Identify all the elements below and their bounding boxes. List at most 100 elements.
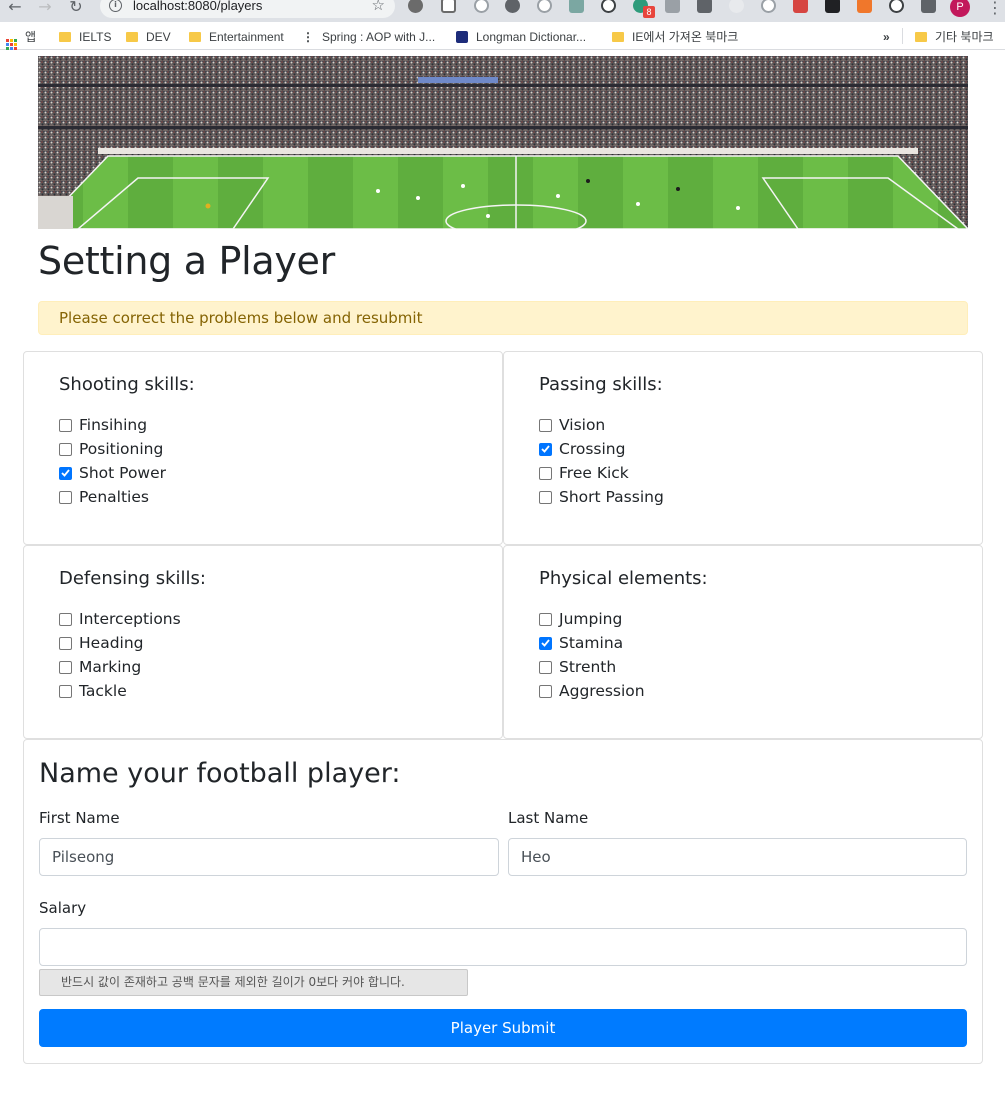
profile-avatar[interactable]: P: [950, 0, 970, 17]
skill-label: Jumping: [559, 610, 623, 628]
address-url[interactable]: localhost:8080/players: [133, 0, 262, 13]
extension-icon[interactable]: [474, 0, 489, 13]
skill-option[interactable]: Tackle: [59, 679, 181, 703]
skill-label: Finsihing: [79, 416, 148, 434]
skill-label: Stamina: [559, 634, 624, 652]
last-name-label: Last Name: [508, 809, 589, 827]
back-arrow-icon[interactable]: ←: [5, 0, 25, 16]
skill-option[interactable]: Strenth: [539, 655, 645, 679]
skill-option[interactable]: Interceptions: [59, 607, 181, 631]
extension-icon[interactable]: [857, 0, 872, 13]
extension-icon[interactable]: [729, 0, 744, 13]
folder-icon: [612, 32, 624, 42]
extension-icon[interactable]: [665, 0, 680, 13]
bookmark-label: DEV: [146, 30, 171, 44]
skill-list: Jumping Stamina Strenth Aggression: [539, 607, 645, 703]
skill-label: Free Kick: [559, 464, 629, 482]
bookmark-label: Spring : AOP with J...: [322, 30, 436, 44]
bookmark-folder-ie[interactable]: IE에서 가져온 북마크: [612, 29, 738, 45]
skill-option[interactable]: Crossing: [539, 437, 664, 461]
extension-icon[interactable]: [537, 0, 552, 13]
checkbox[interactable]: [59, 442, 72, 456]
skill-label: Aggression: [559, 682, 645, 700]
card-title: Shooting skills:: [59, 374, 195, 395]
skill-option[interactable]: Shot Power: [59, 461, 166, 485]
salary-label: Salary: [39, 899, 87, 917]
bookmark-folder-ielts[interactable]: IELTS: [59, 29, 111, 45]
site-info-icon[interactable]: i: [109, 0, 122, 12]
reload-icon[interactable]: ↻: [66, 0, 86, 16]
checkbox-checked[interactable]: [539, 636, 552, 650]
browser-toolbar: ← → ↻ i localhost:8080/players ☆ 8 P ⋮: [0, 0, 1005, 22]
site-icon: ⋮: [302, 30, 314, 44]
player-submit-button[interactable]: Player Submit: [39, 1009, 967, 1047]
skill-option[interactable]: Finsihing: [59, 413, 166, 437]
skill-list: Interceptions Heading Marking Tackle: [59, 607, 181, 703]
skill-option[interactable]: Stamina: [539, 631, 645, 655]
first-name-input[interactable]: [39, 838, 499, 876]
checkbox[interactable]: [539, 660, 552, 674]
checkbox[interactable]: [59, 684, 72, 698]
skill-label: Heading: [79, 634, 144, 652]
bookmark-longman[interactable]: Longman Dictionar...: [456, 29, 586, 45]
skill-option[interactable]: Heading: [59, 631, 181, 655]
extension-icon[interactable]: [408, 0, 423, 13]
last-name-input[interactable]: [508, 838, 967, 876]
checkbox[interactable]: [539, 490, 552, 504]
skill-option[interactable]: Jumping: [539, 607, 645, 631]
card-title: Defensing skills:: [59, 568, 206, 589]
first-name-label: First Name: [39, 809, 120, 827]
bookmark-apps[interactable]: 앱: [6, 29, 37, 50]
skill-option[interactable]: Penalties: [59, 485, 166, 509]
checkbox[interactable]: [59, 612, 72, 626]
skill-label: Vision: [559, 416, 606, 434]
checkbox[interactable]: [539, 418, 552, 432]
checkbox-checked[interactable]: [539, 442, 552, 456]
card-title: Physical elements:: [539, 568, 708, 589]
apps-icon: [6, 39, 17, 50]
bookmarks-overflow-chevron[interactable]: »: [883, 29, 890, 45]
bookmark-folder-dev[interactable]: DEV: [126, 29, 171, 45]
skill-option[interactable]: Aggression: [539, 679, 645, 703]
checkbox[interactable]: [59, 660, 72, 674]
extension-icon[interactable]: [441, 0, 456, 13]
extension-icon[interactable]: [505, 0, 520, 13]
checkbox-checked[interactable]: [59, 466, 72, 480]
address-bar[interactable]: i localhost:8080/players ☆: [100, 0, 395, 18]
checkbox[interactable]: [59, 636, 72, 650]
checkbox[interactable]: [539, 684, 552, 698]
extension-icon[interactable]: [889, 0, 904, 13]
card-title: Passing skills:: [539, 374, 663, 395]
bookmark-folder-other[interactable]: 기타 북마크: [915, 29, 994, 45]
checkbox[interactable]: [59, 418, 72, 432]
extension-icon[interactable]: [697, 0, 712, 13]
download-icon[interactable]: [569, 0, 584, 13]
skill-option[interactable]: Vision: [539, 413, 664, 437]
salary-input[interactable]: [39, 928, 967, 966]
puzzle-icon[interactable]: [921, 0, 936, 13]
bookmark-star-icon[interactable]: ☆: [372, 0, 385, 14]
folder-icon: [126, 32, 138, 42]
bookmark-label: 앱: [25, 30, 37, 44]
react-icon[interactable]: [761, 0, 776, 13]
extension-icon[interactable]: [793, 0, 808, 13]
skill-option[interactable]: Free Kick: [539, 461, 664, 485]
skill-label: Penalties: [79, 488, 149, 506]
bookmark-folder-entertainment[interactable]: Entertainment: [189, 29, 284, 45]
site-icon: [456, 31, 468, 43]
skill-option[interactable]: Marking: [59, 655, 181, 679]
skill-option[interactable]: Positioning: [59, 437, 166, 461]
extension-icon[interactable]: [601, 0, 616, 13]
forward-arrow-icon[interactable]: →: [35, 0, 55, 16]
checkbox[interactable]: [539, 466, 552, 480]
checkbox[interactable]: [59, 490, 72, 504]
skill-option[interactable]: Short Passing: [539, 485, 664, 509]
bookmark-label: IE에서 가져온 북마크: [632, 30, 739, 44]
menu-kebab-icon[interactable]: ⋮: [987, 0, 1003, 17]
skill-label: Shot Power: [79, 464, 167, 482]
checkbox[interactable]: [539, 612, 552, 626]
folder-icon: [189, 32, 201, 42]
bookmark-spring-aop[interactable]: ⋮ Spring : AOP with J...: [302, 29, 435, 45]
terminal-icon[interactable]: [825, 0, 840, 13]
skill-label: Strenth: [559, 658, 617, 676]
